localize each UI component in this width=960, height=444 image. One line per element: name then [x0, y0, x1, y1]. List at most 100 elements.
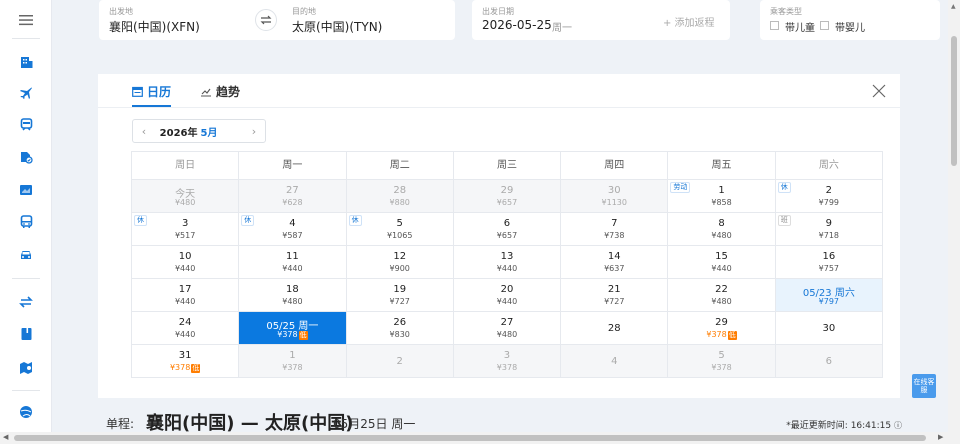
- day-number: 4: [289, 218, 296, 229]
- calendar-day-cell[interactable]: 05/25 周一 ¥378 低: [239, 312, 347, 345]
- calendar-day-cell[interactable]: 10 ¥440: [132, 246, 240, 279]
- day-price-value: ¥628: [282, 198, 303, 207]
- globe-icon[interactable]: [16, 402, 36, 422]
- calendar-day-cell[interactable]: 12 ¥900: [346, 246, 454, 279]
- tab-trend[interactable]: 趋势: [200, 83, 240, 100]
- calendar-day-cell[interactable]: 24 ¥440: [132, 312, 240, 345]
- calendar-day-cell[interactable]: 27 ¥480: [453, 312, 562, 345]
- day-number: 1: [718, 185, 725, 196]
- calendar-day-cell: 2: [346, 345, 454, 378]
- visa-icon[interactable]: [16, 147, 36, 167]
- calendar-day-cell[interactable]: 14 ¥637: [561, 246, 669, 279]
- next-month-icon[interactable]: ›: [243, 125, 265, 138]
- day-price-value: ¥378: [277, 330, 298, 339]
- from-input[interactable]: 襄阳(中国)(XFN): [109, 18, 200, 35]
- calendar-day-cell[interactable]: 26 ¥830: [346, 312, 454, 345]
- menu-icon[interactable]: [16, 10, 36, 30]
- train-icon[interactable]: [16, 115, 36, 135]
- day-number: 6: [503, 218, 511, 229]
- car-icon[interactable]: [16, 245, 36, 265]
- day-price: ¥657: [454, 231, 560, 240]
- day-number: 28: [393, 185, 407, 196]
- passenger-card: 乘客类型 带儿童 带婴儿: [760, 0, 940, 40]
- tab-calendar[interactable]: 日历: [132, 83, 172, 107]
- calendar-day-cell[interactable]: 15 ¥440: [668, 246, 776, 279]
- calendar-day-cell[interactable]: 05/23 周六 ¥797: [775, 279, 883, 312]
- calendar-day-cell[interactable]: 劳动 1 ¥858: [668, 180, 776, 213]
- calendar-day-cell[interactable]: 13 ¥440: [453, 246, 562, 279]
- day-price: ¥440: [132, 264, 238, 273]
- calendar-day-cell[interactable]: 6 ¥657: [453, 213, 562, 246]
- online-service-button[interactable]: 在线客服: [912, 374, 936, 398]
- guide-icon[interactable]: [16, 324, 36, 344]
- calendar-day-cell[interactable]: 30: [775, 312, 883, 345]
- calendar-day-cell[interactable]: 19 ¥727: [346, 279, 454, 312]
- day-number: 13: [500, 251, 514, 262]
- day-number: 7: [611, 218, 618, 229]
- calendar-day-cell[interactable]: 休 5 ¥1065: [346, 213, 454, 246]
- prev-month-icon[interactable]: ‹: [133, 125, 155, 138]
- weekday-label: 周三: [453, 152, 562, 180]
- day-price: ¥480: [668, 297, 774, 306]
- calendar-day-cell[interactable]: 休 2 ¥799: [775, 180, 883, 213]
- calendar-day-cell[interactable]: 29 ¥378 低: [668, 312, 776, 345]
- flight-icon[interactable]: [16, 83, 36, 103]
- map-icon[interactable]: [16, 357, 36, 377]
- calendar-day-cell[interactable]: 22 ¥480: [668, 279, 776, 312]
- day-price: ¥517: [132, 231, 238, 240]
- calendar-day-cell[interactable]: 21 ¥727: [561, 279, 669, 312]
- scroll-up-icon[interactable]: ▲: [951, 3, 956, 10]
- swap-button[interactable]: [255, 9, 277, 31]
- calendar-day-cell: 3 ¥378: [453, 345, 562, 378]
- calendar-day-cell[interactable]: 11 ¥440: [239, 246, 347, 279]
- day-price: ¥727: [561, 297, 667, 306]
- day-number: 21: [607, 284, 621, 295]
- day-number: 2: [825, 185, 833, 196]
- calendar-day-cell[interactable]: 20 ¥440: [453, 279, 562, 312]
- bus-icon[interactable]: [16, 212, 36, 232]
- vertical-scroll-thumb[interactable]: [951, 36, 957, 166]
- add-return-button[interactable]: + 添加返程: [663, 14, 715, 29]
- calendar-day-cell[interactable]: 18 ¥480: [239, 279, 347, 312]
- month-label: 5月: [200, 127, 218, 139]
- calendar-day-cell[interactable]: 16 ¥757: [775, 246, 883, 279]
- to-input[interactable]: 太原(中国)(TYN): [292, 18, 382, 35]
- calendar-day-cell[interactable]: 休 3 ¥517: [132, 213, 240, 246]
- horizontal-scroll-thumb[interactable]: [14, 435, 926, 441]
- transfer-icon[interactable]: [16, 292, 36, 312]
- calendar-day-cell[interactable]: 28: [561, 312, 669, 345]
- day-price-value: ¥378: [706, 330, 727, 339]
- day-price-value: ¥440: [174, 297, 196, 306]
- day-price-value: ¥718: [818, 231, 839, 240]
- day-price-value: ¥480: [174, 198, 196, 207]
- day-number: 4: [611, 356, 618, 367]
- day-number: 5: [718, 350, 725, 361]
- calendar-day-cell[interactable]: 7 ¥738: [561, 213, 669, 246]
- info-icon[interactable]: ⓘ: [894, 421, 902, 430]
- date-input[interactable]: 2026-05-25: [482, 18, 552, 32]
- calendar-day-cell[interactable]: 8 ¥480: [668, 213, 776, 246]
- day-price: ¥900: [347, 264, 453, 273]
- day-price: ¥880: [347, 198, 453, 207]
- day-price-value: ¥378: [496, 363, 518, 372]
- day-price-value: ¥738: [604, 231, 625, 240]
- calendar-day-cell[interactable]: 31 ¥378 低: [132, 345, 240, 378]
- horizontal-scrollbar[interactable]: ◀ ▶: [0, 432, 960, 444]
- calendar-week-row: 24 ¥440 05/25 周一 ¥378 低 26 ¥830 27 ¥480 28 29 ¥378 低…: [132, 312, 883, 345]
- weekday-label: 周日: [132, 152, 240, 180]
- calendar-day-cell[interactable]: 班 9 ¥718: [775, 213, 883, 246]
- calendar-day-cell[interactable]: 17 ¥440: [132, 279, 240, 312]
- infant-checkbox[interactable]: [820, 21, 829, 30]
- swap-icon: [260, 15, 272, 25]
- close-icon[interactable]: [872, 83, 888, 99]
- calendar-day-cell[interactable]: 休 4 ¥587: [239, 213, 347, 246]
- vertical-scrollbar[interactable]: ▲: [948, 0, 960, 432]
- day-price-value: ¥440: [711, 264, 732, 273]
- hotel-icon[interactable]: [16, 52, 36, 72]
- day-price-value: ¥378: [711, 363, 732, 372]
- ticket-icon[interactable]: [16, 180, 36, 200]
- scroll-right-icon[interactable]: ▶: [938, 433, 943, 441]
- date-card[interactable]: 出发日期 2026-05-25 周一 + 添加返程: [472, 0, 730, 40]
- child-checkbox[interactable]: [770, 21, 779, 30]
- scroll-left-icon[interactable]: ◀: [3, 433, 8, 441]
